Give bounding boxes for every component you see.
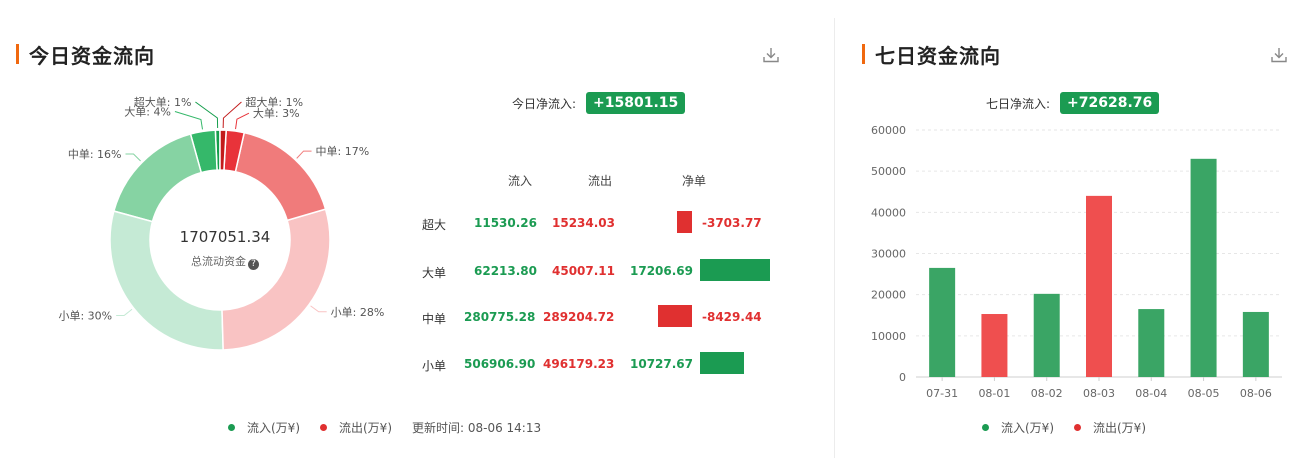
bar[interactable] [1086,195,1112,377]
seven-day-flow-panel: 七日资金流向 七日净流入: +72628.76 0 10000 20000 30000… [836,0,1298,476]
green-dot-icon [982,424,989,431]
red-dot-icon [1074,424,1081,431]
download-icon[interactable] [1270,46,1288,64]
legend-out[interactable]: 流出(万¥) [1074,419,1146,436]
legend-in[interactable]: 流入(万¥) [228,419,300,436]
bar[interactable] [1033,293,1060,377]
net-bar [676,211,692,233]
legend-in[interactable]: 流入(万¥) [982,419,1054,436]
legend-in-label: 流入(万¥) [1001,421,1054,435]
green-dot-icon [228,424,235,431]
panel-divider [834,18,835,458]
row-out-value: 15234.03 [552,216,616,230]
x-tick-label: 08-04 [1135,387,1167,400]
label-leader-line [125,153,141,162]
bar[interactable] [1242,311,1269,377]
y-tick-label: 30000 [871,248,906,261]
today-legend: 流入(万¥) 流出(万¥) 更新时间: 08-06 14:13 [228,419,561,436]
label-leader-line [310,305,327,313]
slice-label: 中单: 16% [68,148,122,161]
today-net-badge: +15801.15 [586,92,686,114]
title-accent [862,44,865,64]
today-net-inflow: 今日净流入: +15801.15 [512,92,686,114]
today-flow-panel: 今日资金流向 今日净流入: +15801.15 超大单: 1% 大单: 4% 中单:… [0,0,806,476]
row-in-value: 280775.28 [464,310,536,324]
legend-out-label: 流出(万¥) [339,421,392,435]
legend-out-label: 流出(万¥) [1093,421,1146,435]
seven-day-legend: 流入(万¥) 流出(万¥) [982,419,1166,436]
y-tick-label: 20000 [871,289,906,302]
row-out-value: 289204.72 [543,310,615,324]
row-net-value: -8429.44 [702,310,762,324]
bar[interactable] [1138,309,1165,377]
x-tick-label: 07-31 [926,387,958,400]
slice-label: 小单: 30% [58,309,112,322]
donut-center-text: 总流动资金 [191,255,246,268]
bar[interactable] [981,314,1008,377]
row-label: 超大 [422,218,447,232]
title-accent [16,44,19,64]
net-bar [657,305,692,327]
row-net-value: -3703.77 [702,216,762,230]
row-label: 大单 [422,266,447,280]
label-leader-line [116,308,133,316]
seven-day-title-bar: 七日资金流向 [862,40,1001,68]
y-tick-label: 60000 [871,124,906,137]
donut-center-label: 总流动资金? [40,253,410,270]
row-in-value: 11530.26 [474,216,538,230]
today-title-bar: 今日资金流向 [16,40,155,68]
donut-slice[interactable] [234,131,327,222]
update-time: 更新时间: 08-06 14:13 [412,419,541,436]
net-bar [700,352,744,374]
label-leader-line [195,101,219,129]
seven-day-bar-chart: 0 10000 20000 30000 40000 50000 60000 07-31 08-0… [871,124,1282,400]
seven-day-title: 七日资金流向 [875,43,1001,68]
col-header-in: 流入 [508,174,533,188]
seven-day-net-label: 七日净流入: [986,96,1051,111]
slice-label: 大单: 4% [124,104,171,118]
slice-label: 小单: 28% [331,306,385,319]
y-tick-label: 50000 [871,165,906,178]
net-bar [700,259,770,281]
row-out-value: 45007.11 [552,264,616,278]
donut-slice[interactable] [112,133,203,223]
y-tick-label: 40000 [871,206,906,219]
x-tick-label: 08-01 [978,387,1010,400]
label-leader-line [174,111,203,130]
x-tick-label: 08-02 [1031,387,1063,400]
donut-center-value: 1707051.34 [179,228,271,246]
today-title: 今日资金流向 [29,43,155,68]
update-time-text: 更新时间: 08-06 14:13 [412,421,542,435]
fund-donut-chart: 超大单: 1% 大单: 4% 中单: 16% 小单: 30% 小单: 28% 中单: 17… [40,90,410,390]
x-tick-label: 08-05 [1188,387,1220,400]
col-header-net: 净单 [682,174,707,188]
x-tick-label: 08-06 [1240,387,1272,400]
row-label: 小单 [422,359,447,373]
bar[interactable] [1190,158,1217,377]
slice-label: 超大单: 1% [245,95,303,109]
legend-out[interactable]: 流出(万¥) [320,419,392,436]
label-leader-line [296,150,312,159]
slice-label: 中单: 17% [316,145,370,158]
col-header-out: 流出 [588,174,613,188]
x-tick-label: 08-03 [1083,387,1115,400]
row-label: 中单 [422,312,447,326]
row-net-value: 17206.69 [630,264,694,278]
today-net-label: 今日净流入: [512,96,577,111]
help-icon[interactable]: ? [248,259,259,270]
download-icon[interactable] [762,46,780,64]
row-in-value: 62213.80 [474,264,538,278]
row-in-value: 506906.90 [464,357,536,371]
y-tick-label: 10000 [871,330,906,343]
label-leader-line [235,112,250,130]
seven-day-net-inflow: 七日净流入: +72628.76 [986,92,1160,114]
y-tick-label: 0 [899,371,906,384]
row-net-value: 10727.67 [630,357,694,371]
bar[interactable] [929,267,956,377]
seven-day-net-badge: +72628.76 [1060,92,1160,114]
legend-in-label: 流入(万¥) [247,421,300,435]
row-out-value: 496179.23 [543,357,615,371]
red-dot-icon [320,424,327,431]
label-leader-line [222,101,242,129]
